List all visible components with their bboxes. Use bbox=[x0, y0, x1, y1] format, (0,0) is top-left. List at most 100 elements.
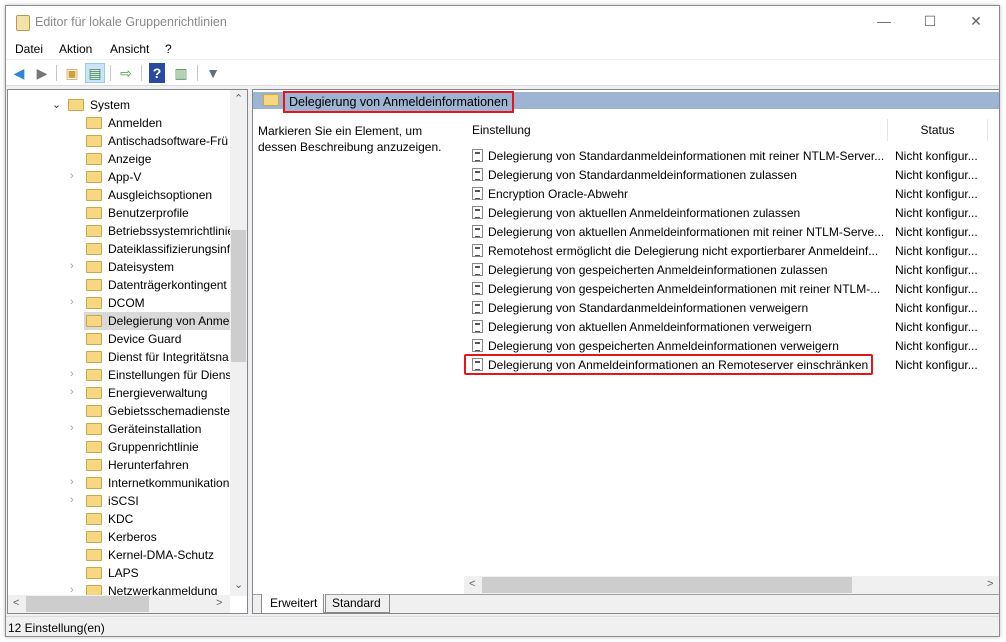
tree-item[interactable]: Benutzerprofile bbox=[8, 204, 230, 222]
tree-item[interactable]: Datenträgerkontingent bbox=[8, 276, 230, 294]
tree-item[interactable]: Dateiklassifizierungsinf bbox=[8, 240, 230, 258]
menu-aktion[interactable]: Aktion bbox=[59, 42, 92, 56]
tree-item[interactable]: › App-V bbox=[8, 168, 230, 186]
tree-vertical-scrollbar[interactable]: ⌃ ⌄ bbox=[230, 90, 247, 596]
tree-item-label: Device Guard bbox=[108, 332, 182, 346]
up-folder-icon[interactable]: ▣ bbox=[62, 63, 82, 83]
help-icon[interactable]: ? bbox=[149, 63, 165, 83]
back-icon[interactable]: ◀ bbox=[9, 63, 29, 83]
expand-arrow-icon[interactable]: › bbox=[70, 260, 74, 272]
filter-icon[interactable]: ▼ bbox=[203, 63, 223, 83]
menu-ansicht[interactable]: Ansicht bbox=[110, 42, 149, 56]
tree-item[interactable]: › Einstellungen für Diens bbox=[8, 366, 231, 384]
setting-row[interactable]: Delegierung von gespeicherten Anmeldeinf… bbox=[464, 279, 999, 298]
tree-item[interactable]: Antischadsoftware-Frü bbox=[8, 132, 230, 150]
setting-row[interactable]: Delegierung von gespeicherten Anmeldeinf… bbox=[464, 336, 999, 355]
tree-item[interactable]: Dienst für Integritätsna bbox=[8, 348, 230, 366]
setting-name: Delegierung von Standardanmeldeinformati… bbox=[488, 168, 797, 182]
tree-item-label: Antischadsoftware-Frü bbox=[108, 134, 229, 148]
tree-item[interactable]: Gebietsschemadienste bbox=[8, 402, 230, 420]
tree-item[interactable]: › Energieverwaltung bbox=[8, 384, 230, 402]
show-hide-action-pane-icon[interactable]: ▥ bbox=[171, 63, 191, 83]
status-bar: 12 Einstellung(en) bbox=[6, 616, 999, 637]
export-list-icon[interactable]: ⇨ bbox=[116, 63, 136, 83]
folder-icon bbox=[86, 333, 102, 345]
tree-item[interactable]: KDC bbox=[8, 510, 230, 528]
scroll-left-icon[interactable]: < bbox=[469, 578, 475, 590]
setting-row[interactable]: Delegierung von Standardanmeldeinformati… bbox=[464, 165, 999, 184]
scroll-right-icon[interactable]: > bbox=[987, 578, 993, 590]
tab-standard[interactable]: Standard bbox=[323, 594, 390, 613]
tab-erweitert[interactable]: Erweitert bbox=[261, 594, 327, 613]
setting-row[interactable]: Encryption Oracle-Abwehr Nicht konfigur..… bbox=[464, 184, 999, 203]
setting-status: Nicht konfigur... bbox=[895, 282, 978, 296]
scroll-down-icon[interactable]: ⌄ bbox=[234, 578, 243, 591]
list-horizontal-scrollbar[interactable]: < > bbox=[464, 576, 999, 594]
column-header-status[interactable]: Status bbox=[888, 119, 988, 141]
folder-icon bbox=[86, 567, 102, 579]
setting-row[interactable]: Delegierung von Standardanmeldeinformati… bbox=[464, 298, 999, 317]
minimize-button[interactable]: — bbox=[861, 6, 907, 39]
forward-icon[interactable]: ▶ bbox=[32, 63, 52, 83]
list-hscroll-thumb[interactable] bbox=[482, 577, 852, 593]
scroll-up-icon[interactable]: ⌃ bbox=[234, 92, 243, 105]
expand-arrow-icon[interactable]: › bbox=[70, 170, 74, 182]
expand-arrow-icon[interactable]: › bbox=[70, 476, 74, 488]
expand-arrow-icon[interactable]: › bbox=[70, 386, 74, 398]
tree-item[interactable]: Gruppenrichtlinie bbox=[8, 438, 230, 456]
collapse-arrow-icon[interactable]: ⌄ bbox=[52, 98, 61, 111]
column-header-einstellung[interactable]: Einstellung bbox=[464, 119, 888, 141]
tree-item[interactable]: Delegierung von Anme bbox=[84, 312, 230, 330]
category-title: Delegierung von Anmeldeinformationen bbox=[283, 91, 514, 113]
setting-name: Delegierung von gespeicherten Anmeldeinf… bbox=[488, 263, 828, 277]
scroll-right-icon[interactable]: > bbox=[216, 597, 222, 609]
setting-name: Delegierung von aktuellen Anmeldeinforma… bbox=[488, 206, 801, 220]
tree-item[interactable]: Anzeige bbox=[8, 150, 230, 168]
folder-icon bbox=[86, 495, 102, 507]
tree-item-label: Delegierung von Anme bbox=[108, 314, 230, 328]
tree-item[interactable]: › Internetkommunikation bbox=[8, 474, 230, 492]
tree-item[interactable]: Kerberos bbox=[8, 528, 230, 546]
setting-name: Remotehost ermöglicht die Delegierung ni… bbox=[488, 244, 879, 258]
tree-hscroll-thumb[interactable] bbox=[26, 596, 149, 612]
tree-item-label: KDC bbox=[108, 512, 134, 526]
tree-item[interactable]: Herunterfahren bbox=[8, 456, 230, 474]
expand-arrow-icon[interactable]: › bbox=[70, 422, 74, 434]
tree-horizontal-scrollbar[interactable]: < > bbox=[8, 595, 230, 613]
tree-item-label: Benutzerprofile bbox=[108, 206, 189, 220]
setting-row[interactable]: Remotehost ermöglicht die Delegierung ni… bbox=[464, 241, 999, 260]
scroll-left-icon[interactable]: < bbox=[13, 597, 19, 609]
close-button[interactable]: ✕ bbox=[953, 6, 999, 39]
tree-item[interactable]: ⌄ System bbox=[8, 96, 230, 114]
tree-item[interactable]: Betriebssystemrichtlinie bbox=[8, 222, 234, 240]
folder-icon bbox=[86, 225, 102, 237]
tree-vscroll-thumb[interactable] bbox=[231, 230, 246, 362]
tree-item[interactable]: › iSCSI bbox=[8, 492, 230, 510]
folder-icon bbox=[86, 297, 102, 309]
tree-item[interactable]: › Geräteinstallation bbox=[8, 420, 230, 438]
setting-row[interactable]: Delegierung von Standardanmeldeinformati… bbox=[464, 146, 999, 165]
tree-item-label: Gruppenrichtlinie bbox=[108, 440, 199, 454]
tree-item[interactable]: › DCOM bbox=[8, 294, 230, 312]
policy-setting-icon bbox=[472, 187, 483, 200]
tree-item[interactable]: Kernel-DMA-Schutz bbox=[8, 546, 230, 564]
tree-item[interactable]: Anmelden bbox=[8, 114, 230, 132]
setting-row[interactable]: Delegierung von gespeicherten Anmeldeinf… bbox=[464, 260, 999, 279]
expand-arrow-icon[interactable]: › bbox=[70, 494, 74, 506]
tree-item[interactable]: LAPS bbox=[8, 564, 230, 582]
tree-item[interactable]: Device Guard bbox=[8, 330, 230, 348]
folder-icon bbox=[86, 315, 102, 327]
setting-row[interactable]: Delegierung von Anmeldeinformationen an … bbox=[464, 354, 999, 375]
menu-help[interactable]: ? bbox=[165, 42, 172, 56]
setting-row[interactable]: Delegierung von aktuellen Anmeldeinforma… bbox=[464, 203, 999, 222]
tree-item[interactable]: Ausgleichsoptionen bbox=[8, 186, 230, 204]
setting-row[interactable]: Delegierung von aktuellen Anmeldeinforma… bbox=[464, 222, 999, 241]
menu-datei[interactable]: Datei bbox=[15, 42, 43, 56]
show-hide-tree-icon[interactable]: ▤ bbox=[85, 63, 105, 83]
tree-item[interactable]: › Dateisystem bbox=[8, 258, 230, 276]
expand-arrow-icon[interactable]: › bbox=[70, 368, 74, 380]
maximize-button[interactable]: ☐ bbox=[907, 6, 953, 39]
policy-setting-icon bbox=[472, 339, 483, 352]
expand-arrow-icon[interactable]: › bbox=[70, 296, 74, 308]
setting-row[interactable]: Delegierung von aktuellen Anmeldeinforma… bbox=[464, 317, 999, 336]
